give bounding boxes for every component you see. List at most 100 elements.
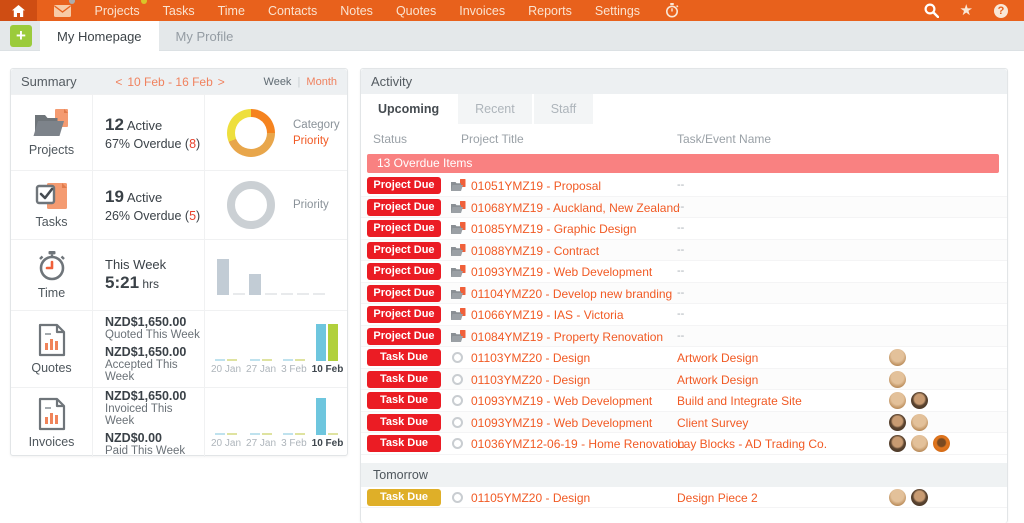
nav-item-projects[interactable]: Projects bbox=[95, 0, 147, 18]
nav-item-notes[interactable]: Notes bbox=[340, 4, 373, 18]
tasks-legend-priority[interactable]: Priority bbox=[293, 197, 329, 213]
avatar bbox=[889, 349, 906, 366]
week-label: 20 Jan bbox=[211, 364, 242, 375]
nav-item-quotes[interactable]: Quotes bbox=[396, 4, 436, 18]
activity-row[interactable]: Project Due 01104YMZ20 - Develop new bran… bbox=[361, 282, 1007, 305]
project-title-link[interactable]: 01088YMZ19 - Contract bbox=[471, 244, 599, 258]
invoices-invoiced-label: Invoiced This Week bbox=[105, 402, 173, 427]
tab-my-homepage[interactable]: My Homepage bbox=[40, 21, 159, 51]
project-title-link[interactable]: 01103YMZ20 - Design bbox=[471, 373, 590, 387]
invoices-link[interactable]: Invoices bbox=[11, 388, 93, 457]
date-range-nav: < 10 Feb - 16 Feb > bbox=[115, 75, 224, 89]
project-title-link[interactable]: 01104YMZ20 - Develop new branding bbox=[471, 287, 672, 301]
quotes-chart-cell: 20 Jan 27 Jan 3 Feb 10 Feb bbox=[205, 311, 347, 387]
legend-category[interactable]: Category bbox=[293, 117, 340, 133]
project-title-link[interactable]: 01036YMZ12-06-19 - Home Renovation bbox=[471, 437, 684, 451]
add-tab-button[interactable]: + bbox=[10, 25, 32, 47]
project-title-link[interactable]: 01068YMZ19 - Auckland, New Zealand bbox=[471, 201, 680, 215]
activity-row[interactable]: Project Due 01066YMZ19 - IAS - Victoria -- bbox=[361, 304, 1007, 326]
activity-row[interactable]: Task Due 01093YMZ19 - Web Development Clie… bbox=[361, 411, 1007, 433]
time-chart-slot bbox=[249, 274, 261, 295]
time-chart-slot bbox=[281, 293, 293, 295]
tasks-chart-cell: Priority bbox=[205, 171, 347, 239]
legend-priority[interactable]: Priority bbox=[293, 133, 340, 149]
project-title-link[interactable]: 01103YMZ20 - Design bbox=[471, 351, 590, 365]
tasks-overdue-close: ) bbox=[196, 209, 201, 223]
project-title-link[interactable]: 01093YMZ19 - Web Development bbox=[471, 265, 652, 279]
invoiced-bar bbox=[250, 432, 261, 435]
timer-button[interactable] bbox=[665, 3, 679, 18]
activity-row[interactable]: Project Due 01051YMZ19 - Proposal -- bbox=[361, 175, 1007, 197]
project-title-link[interactable]: 01093YMZ19 - Web Development bbox=[471, 416, 652, 430]
activity-row[interactable]: Task Due 01093YMZ19 - Web Development Buil… bbox=[361, 390, 1007, 412]
project-title-link[interactable]: 01066YMZ19 - IAS - Victoria bbox=[471, 308, 624, 322]
activity-row[interactable]: Task Due 01103YMZ20 - Design Artwork Desig… bbox=[361, 347, 1007, 369]
activity-row[interactable]: Project Due 01088YMZ19 - Contract -- bbox=[361, 239, 1007, 261]
home-button[interactable] bbox=[0, 0, 37, 21]
activity-tab-staff[interactable]: Staff bbox=[533, 94, 594, 124]
activity-row[interactable]: Project Due 01085YMZ19 - Graphic Design -- bbox=[361, 218, 1007, 240]
project-title-link[interactable]: 01051YMZ19 - Proposal bbox=[471, 179, 601, 193]
help-button[interactable]: ? bbox=[994, 3, 1008, 18]
task-name-link[interactable]: Client Survey bbox=[677, 416, 748, 430]
project-folder-icon bbox=[451, 286, 466, 305]
prev-week-arrow[interactable]: < bbox=[115, 75, 122, 89]
project-title-link[interactable]: 01084YMZ19 - Property Renovation bbox=[471, 330, 663, 344]
activity-row[interactable]: Task Due 01036YMZ12-06-19 - Home Renovati… bbox=[361, 433, 1007, 455]
project-title-link[interactable]: 01093YMZ19 - Web Development bbox=[471, 394, 652, 408]
projects-link[interactable]: Projects bbox=[11, 95, 93, 170]
nav-item-contacts[interactable]: Contacts bbox=[268, 4, 317, 18]
tomorrow-rows: Task Due 01105YMZ20 - Design Design Piece … bbox=[361, 487, 1007, 508]
project-folder-icon bbox=[451, 265, 466, 277]
task-name-link[interactable]: Build and Integrate Site bbox=[677, 394, 802, 408]
status-badge: Project Due bbox=[367, 263, 441, 280]
activity-tab-recent[interactable]: Recent bbox=[458, 94, 532, 124]
nav-item-tasks[interactable]: Tasks bbox=[163, 4, 195, 18]
tasks-check-icon bbox=[35, 183, 67, 209]
activity-row[interactable]: Task Due 01103YMZ20 - Design Artwork Desig… bbox=[361, 368, 1007, 390]
quotes-link[interactable]: Quotes bbox=[11, 311, 93, 387]
status-badge: Task Due bbox=[367, 392, 441, 409]
activity-row[interactable]: Project Due 01084YMZ19 - Property Renovat… bbox=[361, 325, 1007, 347]
assignee-avatars bbox=[889, 392, 928, 409]
invoices-chart-cell: 20 Jan 27 Jan 3 Feb 10 Feb bbox=[205, 388, 347, 457]
week-label: 3 Feb bbox=[281, 437, 307, 449]
accepted-bar bbox=[294, 359, 305, 361]
month-toggle[interactable]: Month bbox=[306, 76, 337, 88]
favorites-button[interactable]: ★ bbox=[960, 3, 973, 18]
column-project-title: Project Title bbox=[461, 132, 524, 146]
tab-my-profile[interactable]: My Profile bbox=[159, 21, 251, 51]
nav-item-settings[interactable]: Settings bbox=[595, 4, 640, 18]
status-badge: Project Due bbox=[367, 306, 441, 323]
project-title-link[interactable]: 01105YMZ20 - Design bbox=[471, 491, 590, 505]
week-toggle[interactable]: Week bbox=[264, 76, 292, 88]
nav-right-icons: ★ ? bbox=[924, 3, 1024, 18]
task-name-link[interactable]: Artwork Design bbox=[677, 351, 758, 365]
nav-item-reports[interactable]: Reports bbox=[528, 4, 572, 18]
task-circle-icon bbox=[452, 438, 463, 449]
tasks-link[interactable]: Tasks bbox=[11, 171, 93, 239]
time-chart-baseline bbox=[313, 293, 325, 295]
time-link[interactable]: Time bbox=[11, 240, 93, 310]
search-button[interactable] bbox=[924, 3, 939, 18]
activity-row[interactable]: Project Due 01068YMZ19 - Auckland, New Ze… bbox=[361, 196, 1007, 218]
activity-column-headers: Status Project Title Task/Event Name bbox=[361, 124, 1007, 152]
messages-button[interactable] bbox=[54, 0, 75, 17]
activity-tab-upcoming[interactable]: Upcoming bbox=[361, 94, 457, 124]
task-name-link[interactable]: Lay Blocks - AD Trading Co. bbox=[677, 437, 827, 451]
projects-stats: 12 Active 67% Overdue (8) bbox=[93, 95, 205, 170]
activity-panel: Activity Upcoming Recent Staff Status Proj… bbox=[360, 68, 1008, 523]
task-name-link[interactable]: Artwork Design bbox=[677, 373, 758, 387]
week-group: 10 Feb bbox=[311, 397, 344, 449]
nav-item-invoices[interactable]: Invoices bbox=[459, 4, 505, 18]
activity-row[interactable]: Task Due 01105YMZ20 - Design Design Piece … bbox=[361, 487, 1007, 508]
project-title-link[interactable]: 01085YMZ19 - Graphic Design bbox=[471, 222, 636, 236]
week-label: 10 Feb bbox=[311, 437, 344, 449]
activity-row[interactable]: Project Due 01093YMZ19 - Web Development -… bbox=[361, 261, 1007, 283]
summary-title: Summary bbox=[21, 74, 77, 89]
project-folder-icon bbox=[451, 179, 466, 191]
nav-badge-dot bbox=[140, 0, 147, 4]
nav-item-time[interactable]: Time bbox=[218, 4, 245, 18]
task-name-link[interactable]: Design Piece 2 bbox=[677, 491, 758, 505]
next-week-arrow[interactable]: > bbox=[218, 75, 225, 89]
